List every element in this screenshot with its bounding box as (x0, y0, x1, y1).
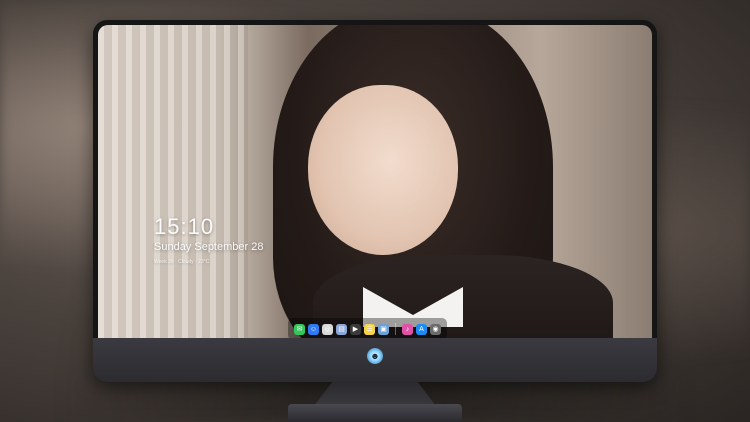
clock-date: Sunday September 28 (154, 241, 264, 253)
dock-preview-icon[interactable]: ▤ (336, 323, 347, 335)
lockscreen-clock: 15:10 Sunday September 28 Week 39 · Clou… (154, 214, 264, 266)
alien-logo-icon: ☻ (367, 348, 383, 364)
dock-separator (395, 323, 396, 335)
dock-finder-icon[interactable]: ☺ (308, 323, 319, 335)
wallpaper-face (308, 85, 458, 255)
dock-photos-icon[interactable]: ▣ (378, 323, 389, 335)
dock-notes-icon[interactable]: ☰ (364, 323, 375, 335)
dock-app-store-icon[interactable]: A (416, 323, 427, 335)
monitor-stand-neck (314, 382, 436, 406)
wallpaper-curtain (98, 25, 248, 338)
dock-safari-icon[interactable]: ◎ (322, 323, 333, 335)
clock-time: 15:10 (154, 214, 215, 239)
dock-messages-icon[interactable]: ✉ (294, 323, 305, 335)
dock-clapper-icon[interactable]: ▶ (350, 323, 361, 335)
monitor-stand-base (288, 404, 462, 422)
clock-subtext: Week 39 · Cloudy · 23°C (154, 259, 210, 265)
desktop-screen: 15:10 Sunday September 28 Week 39 · Clou… (98, 25, 652, 338)
dock: ✉ ☺ ◎ ▤ ▶ ☰ ▣ ♪ A ◉ (288, 318, 447, 338)
dock-camera-icon[interactable]: ◉ (430, 323, 441, 335)
monitor-frame: 15:10 Sunday September 28 Week 39 · Clou… (93, 20, 657, 382)
dock-music-icon[interactable]: ♪ (402, 323, 413, 335)
